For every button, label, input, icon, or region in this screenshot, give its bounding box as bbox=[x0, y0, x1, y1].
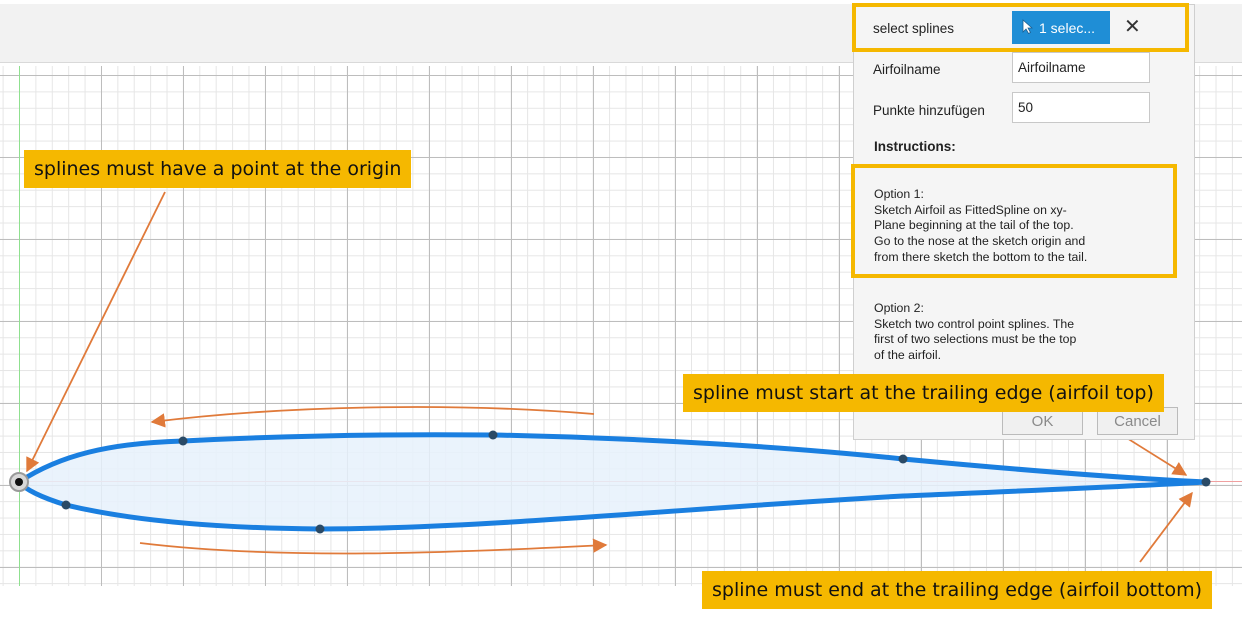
callout-origin: splines must have a point at the origin bbox=[24, 150, 412, 188]
option2-text: Option 2: Sketch two control point splin… bbox=[874, 301, 1076, 364]
option2-line: of the airfoil. bbox=[874, 348, 941, 363]
points-input[interactable]: 50 bbox=[1012, 92, 1150, 123]
spline-point bbox=[488, 430, 498, 440]
spline-point bbox=[898, 454, 908, 464]
origin-point bbox=[15, 478, 23, 486]
airfoilname-label: Airfoilname bbox=[873, 62, 941, 77]
points-label: Punkte hinzufügen bbox=[873, 103, 985, 118]
option2-line: first of two selections must be the top bbox=[874, 332, 1077, 347]
select-splines-highlight bbox=[852, 3, 1189, 52]
arrow-bottom-direction bbox=[139, 538, 608, 555]
arrow-to-trailing-bottom bbox=[1139, 491, 1193, 563]
option1-highlight bbox=[851, 164, 1177, 278]
instructions-heading: Instructions: bbox=[874, 139, 956, 154]
airfoilname-input[interactable]: Airfoilname bbox=[1012, 52, 1150, 83]
callout-end-trailing-edge: spline must end at the trailing edge (ai… bbox=[702, 571, 1213, 609]
arrow-top-direction bbox=[150, 406, 595, 428]
spline-point bbox=[61, 500, 71, 510]
spline-point bbox=[315, 524, 325, 534]
spline-point bbox=[1201, 477, 1211, 487]
callout-start-trailing-edge: spline must start at the trailing edge (… bbox=[683, 374, 1164, 412]
arrow-to-origin bbox=[26, 191, 166, 473]
spline-point bbox=[178, 436, 188, 446]
option2-line: Option 2: bbox=[874, 301, 924, 315]
option2-line: Sketch two control point splines. The bbox=[874, 316, 1075, 331]
